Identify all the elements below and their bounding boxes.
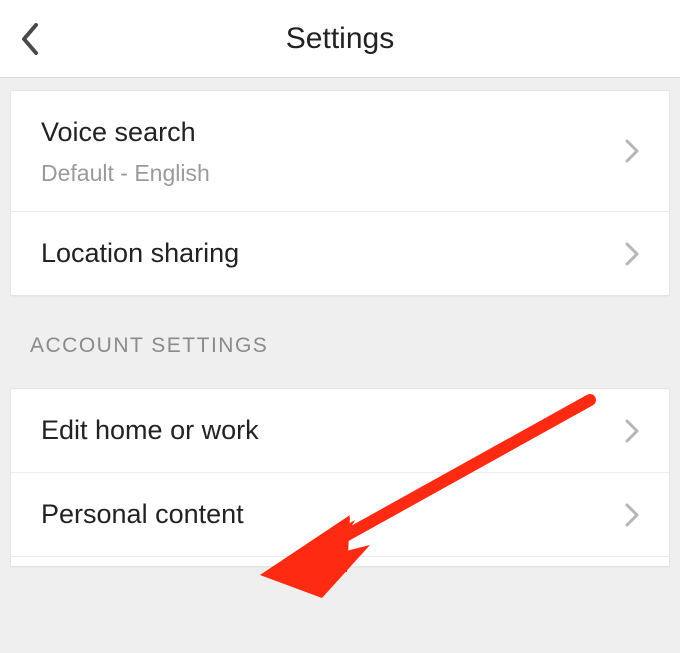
row-personal-content[interactable]: Personal content — [11, 472, 669, 556]
row-label: Edit home or work — [41, 413, 625, 448]
chevron-right-icon — [625, 139, 639, 163]
row-label: Location sharing — [41, 236, 625, 271]
row-subtitle: Default - English — [41, 160, 625, 187]
row-location-sharing[interactable]: Location sharing — [11, 211, 669, 295]
row-text: Personal content — [41, 497, 625, 532]
row-text: Voice search Default - English — [41, 115, 625, 187]
chevron-right-icon — [625, 242, 639, 266]
row-text: Location sharing — [41, 236, 625, 271]
row-label: Voice search — [41, 115, 625, 150]
page-title: Settings — [0, 22, 680, 56]
row-text: Edit home or work — [41, 413, 625, 448]
row-voice-search[interactable]: Voice search Default - English — [11, 91, 669, 211]
chevron-right-icon — [625, 419, 639, 443]
header-bar: Settings — [0, 0, 680, 78]
chevron-left-icon — [20, 22, 40, 56]
chevron-right-icon — [625, 503, 639, 527]
settings-group-account: Edit home or work Personal content — [10, 388, 670, 567]
settings-group-general: Voice search Default - English Location … — [10, 90, 670, 296]
content-area: Voice search Default - English Location … — [0, 90, 680, 653]
section-header-account: ACCOUNT SETTINGS — [10, 296, 670, 376]
row-cutoff — [11, 556, 669, 566]
back-button[interactable] — [0, 0, 60, 78]
row-label: Personal content — [41, 497, 625, 532]
row-edit-home-or-work[interactable]: Edit home or work — [11, 389, 669, 472]
